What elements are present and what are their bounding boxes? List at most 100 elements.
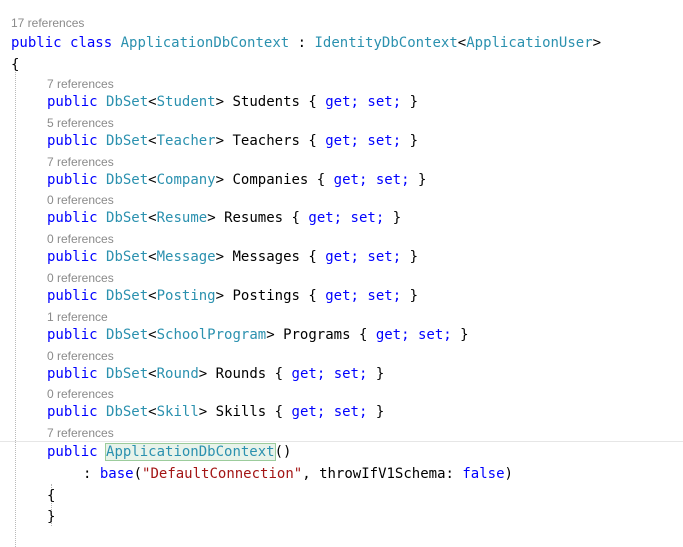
generic-open: <: [148, 404, 157, 420]
generic-open: <: [148, 366, 157, 382]
colon: :: [289, 35, 315, 51]
keyword-set: set;: [367, 288, 402, 304]
property-name[interactable]: Companies: [233, 172, 309, 188]
keyword-get: get;: [291, 366, 326, 382]
keyword-set: set;: [367, 249, 402, 265]
class-name[interactable]: ApplicationDbContext: [121, 35, 290, 51]
dbset-type[interactable]: DbSet: [106, 366, 148, 382]
property-line[interactable]: public DbSet<Student> Students { get; se…: [47, 92, 418, 112]
property-line[interactable]: public DbSet<Message> Messages { get; se…: [47, 247, 418, 267]
keyword-public: public: [47, 94, 98, 110]
property-name[interactable]: Postings: [233, 288, 300, 304]
generic-open: <: [148, 327, 157, 343]
dbset-type[interactable]: DbSet: [106, 404, 148, 420]
brace-open: {: [274, 404, 284, 420]
property-line[interactable]: public DbSet<SchoolProgram> Programs { g…: [47, 325, 469, 345]
brace-close: }: [375, 366, 385, 382]
property-name[interactable]: Rounds: [216, 366, 267, 382]
brace-close: }: [409, 94, 418, 110]
entity-type[interactable]: Teacher: [157, 133, 216, 149]
keyword-public: public: [47, 404, 98, 420]
base-type[interactable]: IdentityDbContext: [314, 35, 457, 51]
generic-open: <: [148, 133, 157, 149]
entity-type[interactable]: Posting: [157, 288, 216, 304]
entity-type[interactable]: SchoolProgram: [157, 327, 267, 343]
keyword-public: public: [11, 35, 62, 51]
property-line[interactable]: public DbSet<Round> Rounds { get; set; }: [47, 364, 384, 384]
code-lens-member[interactable]: 0 references: [47, 232, 114, 246]
constructor-declaration-line[interactable]: public ApplicationDbContext(): [47, 442, 291, 462]
dbset-type[interactable]: DbSet: [106, 94, 148, 110]
code-lens-member[interactable]: 0 references: [47, 193, 114, 207]
dbset-type[interactable]: DbSet: [106, 210, 148, 226]
keyword-public: public: [47, 133, 98, 149]
class-declaration-line[interactable]: public class ApplicationDbContext : Iden…: [11, 33, 601, 53]
brace-close: }: [409, 133, 418, 149]
code-lens-member[interactable]: 1 reference: [47, 310, 108, 324]
base-colon: :: [83, 466, 92, 482]
property-line[interactable]: public DbSet<Resume> Resumes { get; set;…: [47, 208, 401, 228]
generic-close: >: [215, 249, 225, 265]
generic-close: >: [215, 172, 225, 188]
dbset-type[interactable]: DbSet: [106, 327, 148, 343]
code-lens-member[interactable]: 0 references: [47, 349, 114, 363]
connection-string[interactable]: "DefaultConnection": [142, 466, 302, 482]
keyword-get: get;: [375, 327, 410, 343]
entity-type[interactable]: Company: [157, 172, 216, 188]
code-lens-constructor[interactable]: 7 references: [47, 426, 114, 440]
class-open-brace: {: [11, 57, 20, 73]
keyword-false: false: [462, 466, 505, 482]
generic-close: >: [215, 133, 225, 149]
entity-type[interactable]: Message: [157, 249, 216, 265]
generic-close: >: [215, 94, 225, 110]
constructor-name[interactable]: ApplicationDbContext: [105, 443, 276, 461]
dbset-type[interactable]: DbSet: [106, 288, 148, 304]
keyword-public: public: [47, 366, 98, 382]
entity-type[interactable]: Student: [157, 94, 216, 110]
code-lens-member[interactable]: 7 references: [47, 155, 114, 169]
entity-type[interactable]: Skill: [157, 404, 199, 420]
property-name[interactable]: Students: [233, 94, 300, 110]
entity-type[interactable]: Round: [157, 366, 199, 382]
dbset-type[interactable]: DbSet: [106, 249, 148, 265]
property-line[interactable]: public DbSet<Posting> Postings { get; se…: [47, 286, 418, 306]
keyword-public: public: [47, 249, 98, 265]
generic-close: >: [198, 366, 208, 382]
generic-open: <: [148, 94, 157, 110]
generic-close: >: [215, 288, 225, 304]
property-name[interactable]: Skills: [216, 404, 267, 420]
keyword-class: class: [70, 35, 113, 51]
code-lens-member[interactable]: 7 references: [47, 77, 114, 91]
code-lens-member[interactable]: 5 references: [47, 116, 114, 130]
brace-close: }: [417, 172, 427, 188]
property-name[interactable]: Messages: [233, 249, 300, 265]
dbset-type[interactable]: DbSet: [106, 172, 148, 188]
property-name[interactable]: Programs: [283, 327, 350, 343]
property-name[interactable]: Resumes: [224, 210, 283, 226]
brace-close: }: [375, 404, 385, 420]
generic-close: >: [592, 35, 602, 51]
generic-arg[interactable]: ApplicationUser: [466, 35, 592, 51]
generic-close: >: [266, 327, 275, 343]
keyword-get: get;: [333, 172, 368, 188]
generic-open: <: [148, 249, 157, 265]
property-name[interactable]: Teachers: [233, 133, 300, 149]
dbset-type[interactable]: DbSet: [106, 133, 148, 149]
code-lens-member[interactable]: 0 references: [47, 387, 114, 401]
entity-type[interactable]: Resume: [157, 210, 208, 226]
code-lens-member[interactable]: 0 references: [47, 271, 114, 285]
keyword-public: public: [47, 210, 98, 226]
property-line[interactable]: public DbSet<Teacher> Teachers { get; se…: [47, 131, 418, 151]
named-param: throwIfV1Schema:: [319, 466, 454, 482]
property-line[interactable]: public DbSet<Skill> Skills { get; set; }: [47, 402, 384, 422]
generic-open: <: [148, 210, 157, 226]
keyword-get: get;: [325, 288, 359, 304]
property-line[interactable]: public DbSet<Company> Companies { get; s…: [47, 170, 426, 190]
code-lens-class[interactable]: 17 references: [11, 16, 84, 30]
keyword-set: set;: [367, 133, 402, 149]
base-call-line[interactable]: : base("DefaultConnection", throwIfV1Sch…: [83, 464, 513, 484]
keyword-public: public: [47, 444, 98, 460]
code-editor[interactable]: 17 references public class ApplicationDb…: [0, 0, 683, 547]
keyword-set: set;: [333, 404, 368, 420]
keyword-base: base: [99, 466, 134, 482]
